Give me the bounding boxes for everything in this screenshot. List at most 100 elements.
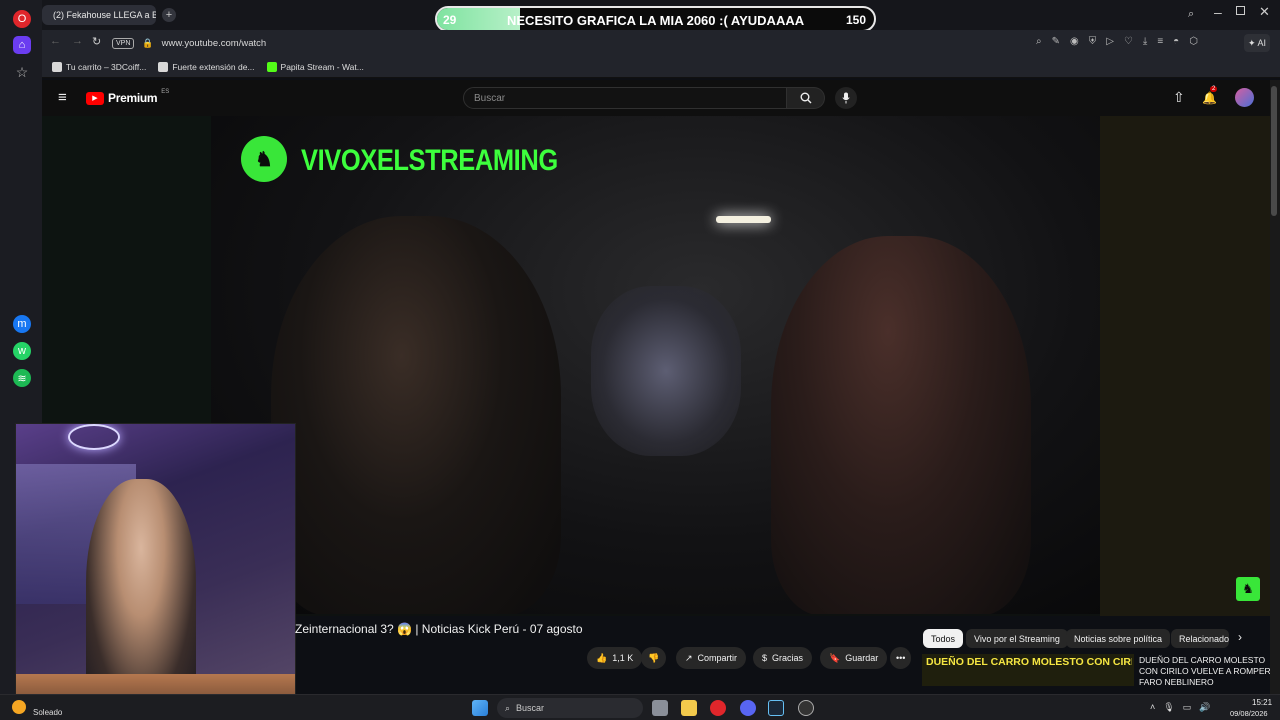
car-ceiling-light [716, 216, 771, 223]
chip-streaming[interactable]: Vivo por el Streaming [966, 629, 1068, 648]
windows-start-icon[interactable] [472, 700, 488, 716]
profile-icon[interactable]: ◓ [1173, 36, 1179, 47]
file-explorer-icon[interactable] [681, 700, 697, 716]
save-button[interactable]: 🔖 Guardar [820, 647, 888, 669]
share-icon: ↗ [685, 652, 693, 663]
network-icon[interactable]: ▭ [1183, 702, 1192, 713]
windows-taskbar: Soleado ⌕ Buscar ˄ 🎙 ▭ 🔊 15:21 09/08/2026 [0, 694, 1280, 720]
bookmark-item[interactable]: Fuerte extensión de... [158, 61, 255, 72]
download-icon[interactable]: ⤓ [1143, 36, 1147, 47]
aria-ai-button[interactable]: ✦ AI [1244, 34, 1271, 52]
goal-text: NECESITO GRAFICA LA MIA 2060 :( AYUDAAAA [507, 13, 805, 28]
thumbs-down-icon: 👎 [648, 652, 660, 663]
edit-icon[interactable]: ✎ [1052, 36, 1060, 47]
save-label: Guardar [845, 653, 879, 663]
opera-taskbar-icon[interactable] [710, 700, 726, 716]
search-placeholder: Buscar [474, 92, 506, 104]
shield-icon[interactable]: ⛨ [1089, 36, 1097, 47]
reload-icon[interactable]: ↻ [92, 35, 101, 48]
task-view-icon[interactable] [652, 700, 668, 716]
bookmarks-bar: Tu carrito – 3DCoiff... Fuerte extensión… [42, 56, 1280, 78]
person-left [271, 216, 561, 614]
taskbar-search-label: Buscar [516, 703, 545, 713]
address-bar: ← → ↻ VPN 🔒 www.youtube.com/watch ⌕ ✎ ◉ … [42, 30, 1280, 56]
youtube-logo[interactable]: ▶ Premium ES [86, 89, 170, 105]
scrollbar-thumb[interactable] [1271, 86, 1277, 216]
stream-goal-overlay: 29 NECESITO GRAFICA LA MIA 2060 :( AYUDA… [435, 6, 876, 32]
thanks-button[interactable]: $ Gracias [753, 647, 813, 669]
bookmark-item[interactable]: Papita Stream - Wat... [266, 61, 364, 72]
hamburger-menu-icon[interactable]: ≡ [58, 89, 67, 106]
search-button[interactable] [787, 87, 825, 109]
taskbar-search[interactable]: ⌕ Buscar [497, 698, 643, 718]
clock-time[interactable]: 15:21 [1252, 698, 1272, 707]
browser-tab[interactable]: (2) Fekahouse LLEGA a Bo [42, 5, 156, 25]
whatsapp-icon[interactable]: w [13, 342, 31, 360]
page-icon [158, 61, 169, 72]
opera-logo-icon[interactable]: O [13, 10, 31, 28]
bookmark-label: Fuerte extensión de... [172, 61, 255, 72]
bookmark-item[interactable]: Tu carrito – 3DCoiff... [52, 61, 146, 72]
neon-ring-icon [68, 424, 120, 450]
thumbs-up-icon: 👍 [596, 652, 608, 663]
search-icon [800, 92, 811, 104]
avatar[interactable] [1235, 88, 1254, 107]
maximize-button[interactable] [1236, 6, 1245, 15]
bell-icon: 🔔 [1202, 91, 1217, 105]
spotify-icon[interactable]: ≋ [13, 369, 31, 387]
messenger-icon[interactable]: m [13, 315, 31, 333]
minimize-button[interactable]: – [1214, 4, 1222, 20]
extensions-icon[interactable]: ⬡ [1189, 36, 1198, 47]
url-field[interactable]: VPN 🔒 www.youtube.com/watch [112, 33, 1032, 53]
vpn-badge[interactable]: VPN [112, 37, 135, 49]
clock-date[interactable]: 09/08/2026 [1230, 709, 1268, 718]
search-input[interactable]: Buscar [463, 87, 787, 109]
url-text: www.youtube.com/watch [161, 37, 267, 49]
kick-icon [266, 61, 277, 72]
play-icon[interactable]: ▷ [1106, 36, 1114, 47]
zoom-icon[interactable]: ⌕ [1036, 36, 1042, 47]
star-icon[interactable]: ☆ [13, 63, 31, 81]
discord-icon[interactable] [740, 700, 756, 716]
share-button[interactable]: ↗ Compartir [676, 647, 747, 669]
weather-label[interactable]: Soleado [33, 708, 62, 717]
more-actions-button[interactable]: ••• [890, 647, 912, 669]
channel-logo-icon: ♞ [241, 136, 287, 182]
chevron-right-icon[interactable]: › [1238, 630, 1242, 644]
new-tab-button[interactable]: + [162, 8, 176, 22]
chevron-up-icon[interactable]: ˄ [1150, 702, 1155, 713]
goal-current-value: 29 [443, 13, 457, 27]
like-button[interactable]: 👍 1,1 K [587, 647, 643, 669]
back-icon[interactable]: ← [50, 35, 61, 47]
person-right [771, 236, 1031, 614]
region-code: ES [161, 89, 170, 95]
notifications-button[interactable]: 🔔 2 [1202, 86, 1218, 107]
heart-icon[interactable]: ♡ [1124, 36, 1133, 47]
share-label: Compartir [697, 653, 738, 663]
obs-icon[interactable] [798, 700, 814, 716]
home-icon[interactable]: ⌂ [13, 36, 31, 54]
volume-icon[interactable]: 🔊 [1199, 702, 1210, 713]
microphone-icon[interactable]: 🎙 [1163, 702, 1174, 713]
chip-politics[interactable]: Noticias sobre política [1066, 629, 1171, 648]
menu-icon[interactable]: ≡ [1157, 36, 1163, 47]
forward-icon[interactable]: → [72, 35, 83, 47]
lock-icon: 🔒 [142, 37, 154, 48]
chip-related[interactable]: Relacionado [1171, 629, 1229, 648]
thanks-label: Gracias [772, 653, 804, 663]
recommended-thumbnail[interactable]: DUEÑO DEL CARRO MOLESTO CON CIRILO VUELV… [922, 654, 1134, 686]
video-player[interactable]: ♞ VIVOXELSTREAMING [211, 116, 1100, 614]
recommended-title[interactable]: DUEÑO DEL CARRO MOLESTO CON CIRILO VUELV… [1139, 655, 1271, 685]
voice-search-button[interactable] [835, 87, 857, 109]
microphone-icon [842, 92, 850, 104]
close-window-button[interactable]: ✕ [1259, 4, 1270, 20]
camera-icon[interactable]: ◉ [1070, 36, 1079, 47]
upload-icon[interactable]: ⇧ [1173, 89, 1185, 106]
dislike-button[interactable]: 👎 [641, 647, 667, 669]
channel-watermark-icon[interactable]: ♞ [1236, 577, 1260, 601]
chip-all[interactable]: Todos [923, 629, 964, 648]
steam-icon[interactable] [768, 700, 784, 716]
logo-text: Premium [108, 91, 158, 105]
weather-icon[interactable] [12, 700, 26, 714]
search-tabs-icon[interactable]: ⌕ [1188, 8, 1194, 21]
